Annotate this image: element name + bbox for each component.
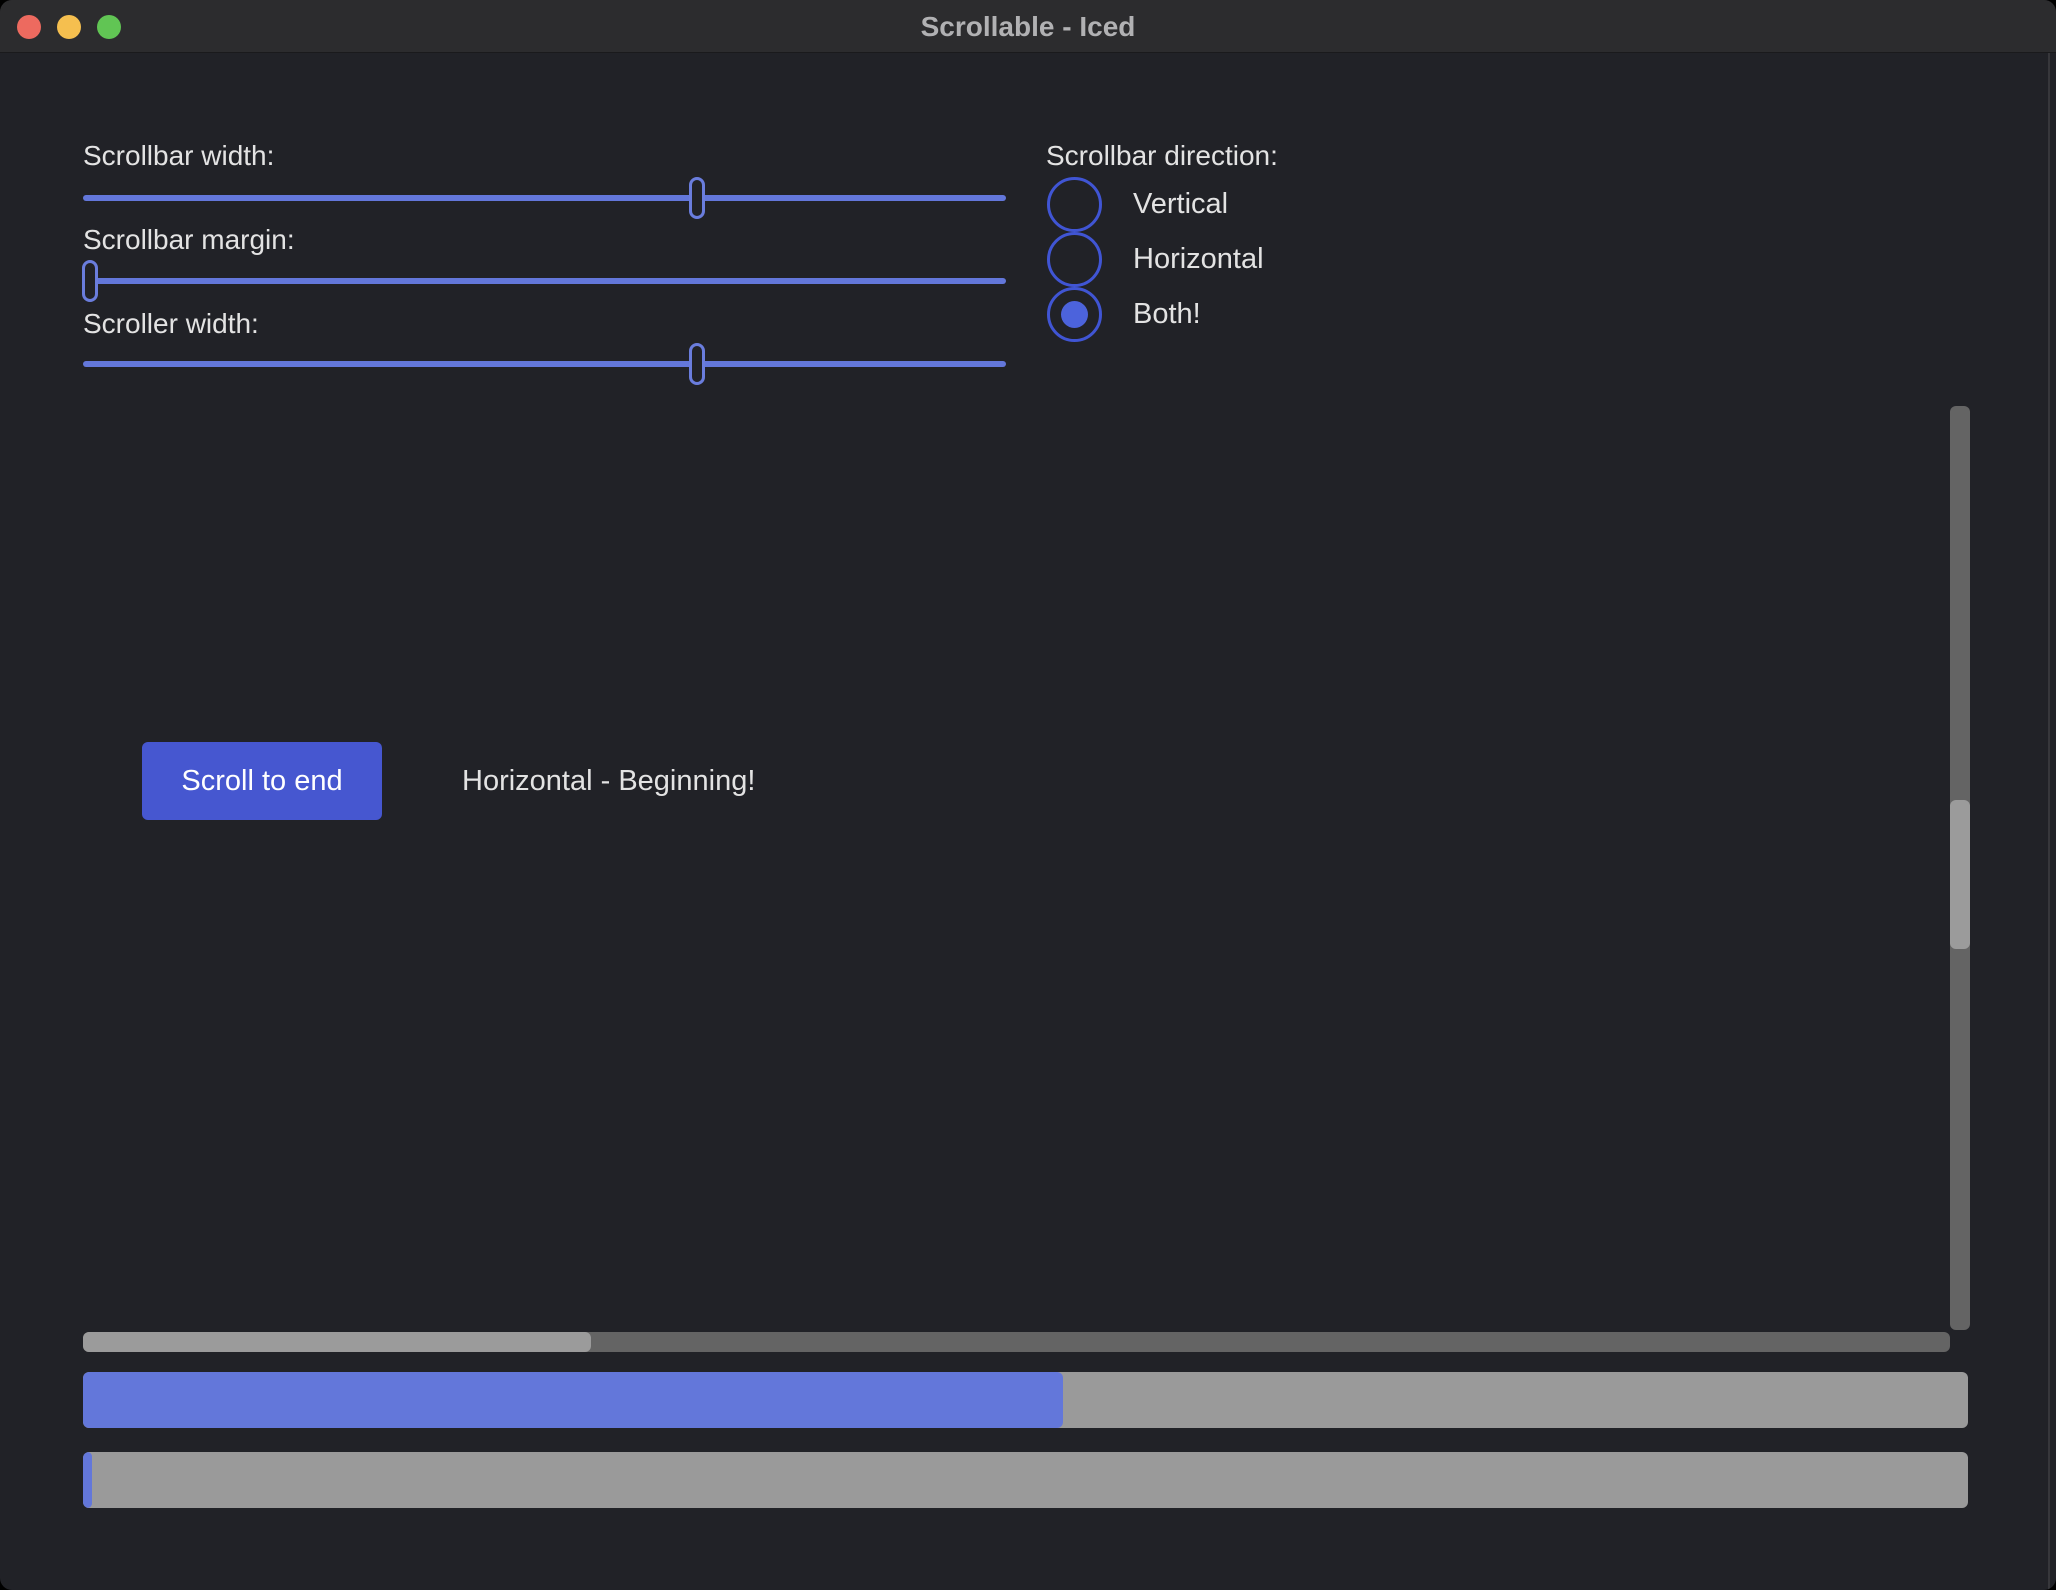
slider-handle[interactable] bbox=[689, 343, 705, 385]
scroll-status-text: Horizontal - Beginning! bbox=[462, 742, 755, 820]
slider-label-scrollbar-width: Scrollbar width: bbox=[83, 138, 274, 174]
radio-horizontal[interactable] bbox=[1047, 232, 1102, 287]
slider-scrollbar-width[interactable] bbox=[83, 195, 1006, 201]
radio-label-vertical[interactable]: Vertical bbox=[1133, 184, 1228, 224]
progress-fill bbox=[83, 1372, 1063, 1428]
horizontal-scrollbar-thumb[interactable] bbox=[83, 1332, 591, 1352]
slider-handle[interactable] bbox=[689, 177, 705, 219]
vertical-progress-bar bbox=[83, 1452, 1968, 1508]
radio-label-horizontal[interactable]: Horizontal bbox=[1133, 239, 1264, 279]
vertical-scrollbar-rail[interactable] bbox=[1950, 406, 1970, 1330]
vertical-scrollbar-thumb[interactable] bbox=[1950, 800, 1970, 950]
window-title: Scrollable - Iced bbox=[0, 0, 2056, 53]
window-right-edge bbox=[2048, 53, 2050, 1590]
slider-handle[interactable] bbox=[82, 260, 98, 302]
slider-scrollbar-margin[interactable] bbox=[83, 278, 1006, 284]
scroll-to-end-button[interactable]: Scroll to end bbox=[142, 742, 382, 820]
radio-vertical[interactable] bbox=[1047, 177, 1102, 232]
app-window: Scrollable - Iced Scrollbar width: Scrol… bbox=[0, 0, 2056, 1590]
horizontal-progress-bar bbox=[83, 1372, 1968, 1428]
radio-both[interactable] bbox=[1047, 287, 1102, 342]
slider-label-scrollbar-margin: Scrollbar margin: bbox=[83, 222, 295, 258]
radio-group-label: Scrollbar direction: bbox=[1046, 138, 1278, 174]
radio-dot bbox=[1061, 301, 1088, 328]
titlebar[interactable]: Scrollable - Iced bbox=[0, 0, 2056, 53]
radio-label-both[interactable]: Both! bbox=[1133, 294, 1201, 334]
progress-fill bbox=[83, 1452, 92, 1508]
slider-scroller-width[interactable] bbox=[83, 361, 1006, 367]
slider-label-scroller-width: Scroller width: bbox=[83, 306, 259, 342]
horizontal-scrollbar-rail[interactable] bbox=[83, 1332, 1950, 1352]
